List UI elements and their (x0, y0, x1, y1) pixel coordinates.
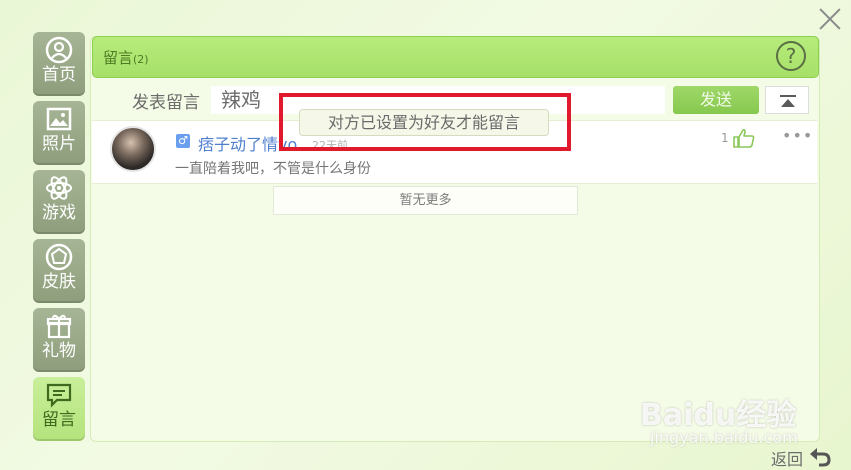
no-more-label: 暂无更多 (273, 186, 578, 215)
watermark-url: jingyan.baidu.com (650, 428, 798, 447)
scroll-top-button[interactable] (765, 86, 809, 114)
close-icon[interactable] (815, 4, 845, 34)
male-icon: ♂ (176, 134, 190, 148)
sidebar-item-label: 游戏 (42, 203, 76, 223)
sidebar-item-label: 首页 (42, 65, 76, 85)
sidebar-item-games[interactable]: 游戏 (33, 170, 85, 234)
gift-icon (46, 314, 72, 339)
gem-icon (45, 243, 73, 271)
sidebar-item-gifts[interactable]: 礼物 (33, 308, 85, 372)
sidebar-item-home[interactable]: 首页 (33, 32, 85, 96)
avatar[interactable] (110, 126, 156, 172)
help-button[interactable]: ? (776, 41, 806, 71)
sidebar-item-messages[interactable]: 留言 (33, 377, 85, 441)
sidebar-item-label: 礼物 (42, 341, 76, 361)
like-count: 1 (721, 131, 729, 145)
sidebar-item-label: 照片 (42, 134, 76, 154)
user-icon (45, 36, 73, 64)
send-button[interactable]: 发送 (673, 86, 759, 114)
sidebar-item-label: 皮肤 (42, 272, 76, 292)
thumbs-up-icon[interactable] (732, 128, 756, 148)
back-button[interactable]: 返回 (771, 446, 803, 470)
sidebar-item-skins[interactable]: 皮肤 (33, 239, 85, 303)
message-text: 一直陪着我吧，不管是什么身份 (175, 161, 371, 177)
message-icon (46, 383, 72, 408)
compose-label: 发表留言 (132, 93, 200, 113)
page-title: 留言(2) (103, 49, 149, 67)
sidebar-item-photos[interactable]: 照片 (33, 101, 85, 165)
message-count: (2) (133, 53, 149, 66)
highlight-box (279, 93, 571, 151)
atom-icon (46, 176, 72, 200)
sidebar-item-label: 留言 (42, 410, 76, 430)
back-arrow-icon[interactable] (808, 444, 832, 468)
more-options-button[interactable]: ••• (782, 126, 813, 145)
panel-header: 留言(2) ? (92, 36, 819, 78)
photo-icon (46, 107, 72, 131)
